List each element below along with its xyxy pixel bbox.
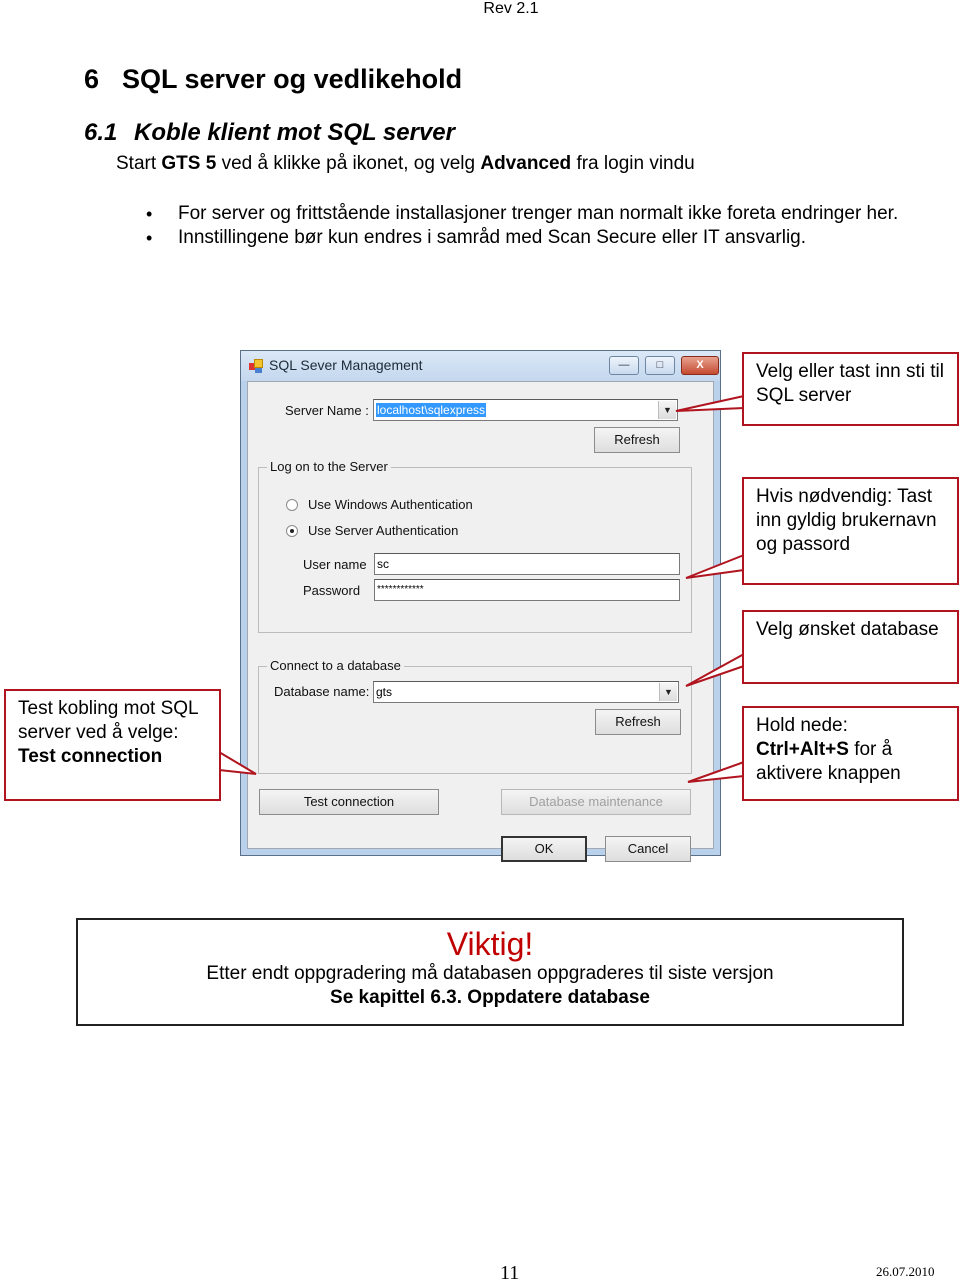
callout-test-text: Test kobling mot SQL server ved å velge: [18,698,198,743]
notice-reference[interactable]: Se kapittel 6.3. Oppdatere database [78,986,902,1010]
callout-pointer-credentials [685,554,745,579]
notice-text: Etter endt oppgradering må databasen opp… [206,963,774,984]
callout-maintenance-shortcut: Ctrl+Alt+S [756,739,849,760]
footer-date: 26.07.2010 [876,1264,935,1279]
important-notice-box: Viktig! Etter endt oppgradering må datab… [76,918,904,1026]
callout-pointer-maintenance [687,761,745,783]
page-number: 11 [500,1262,520,1284]
callout-pointer-database [685,653,745,687]
callout-maintenance-line1: Hold nede: [756,715,848,736]
callout-pointer-server [675,395,745,412]
callout-maintenance: Hold nede: Ctrl+Alt+S for å aktivere kna… [742,706,959,801]
callout-database: Velg ønsket database [742,610,959,684]
callout-server-path: Velg eller tast inn sti til SQL server [742,352,959,426]
callout-test-bold: Test connection [18,746,163,767]
callout-credentials: Hvis nødvendig: Tast inn gyldig brukerna… [742,477,959,585]
callout-test-connection: Test kobling mot SQL server ved å velge:… [4,689,221,801]
callout-pointer-test [218,751,257,775]
notice-title: Viktig! [446,926,534,962]
